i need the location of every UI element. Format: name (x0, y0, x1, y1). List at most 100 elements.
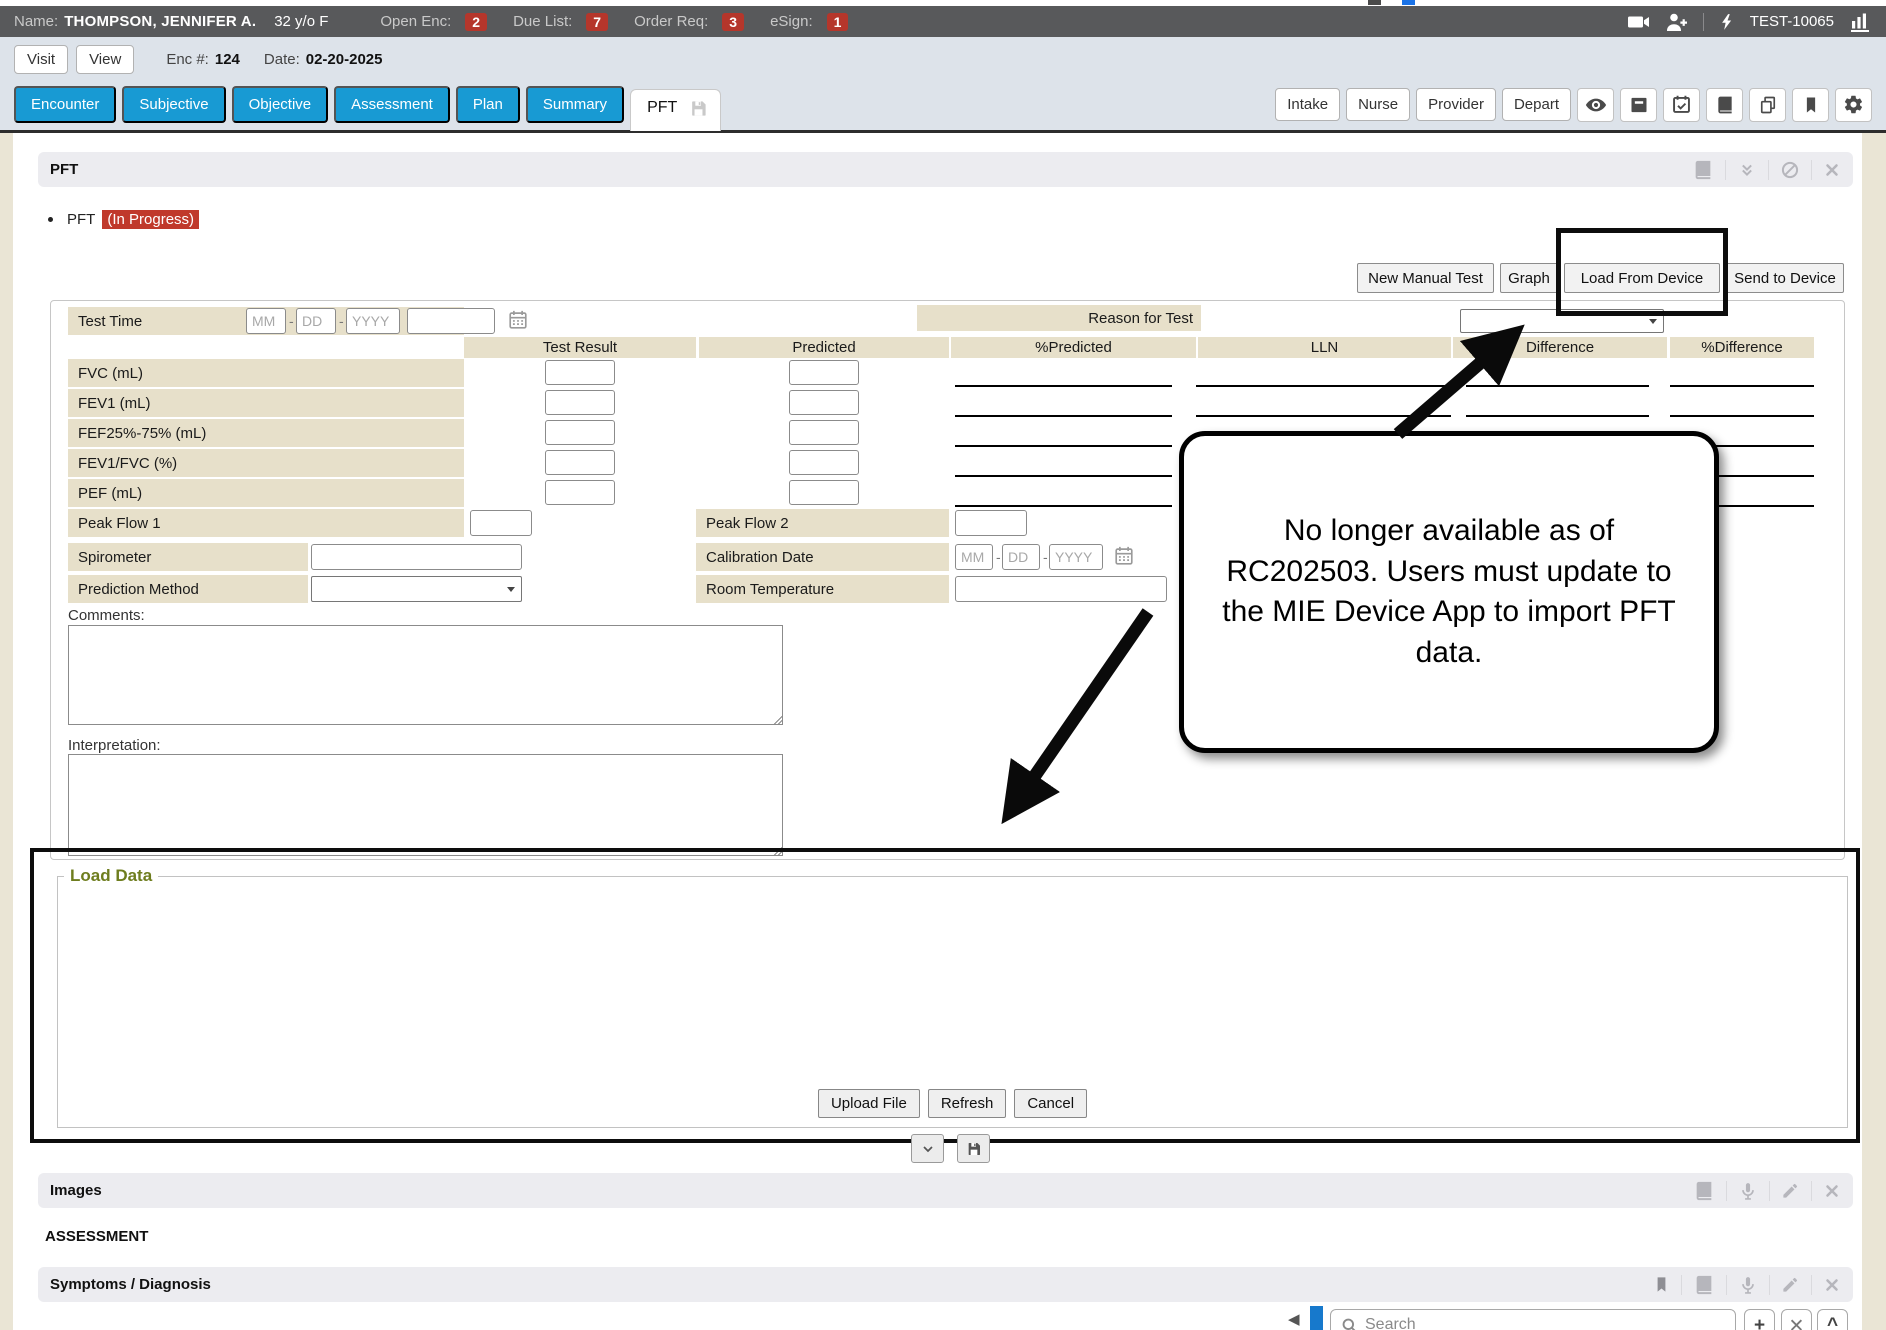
peak-flow-2-input[interactable] (955, 510, 1027, 536)
fev1-fvc-result-input[interactable] (545, 450, 615, 475)
annotation-callout: No longer available as of RC202503. User… (1179, 431, 1719, 753)
value-line (955, 445, 1172, 447)
nurse-button[interactable]: Nurse (1346, 88, 1410, 121)
fev1-predicted-input[interactable] (789, 390, 859, 415)
comments-textarea[interactable] (68, 625, 783, 725)
visit-button[interactable]: Visit (14, 45, 68, 74)
add-button[interactable]: + (1744, 1309, 1775, 1330)
collapse-icon[interactable] (1737, 160, 1757, 180)
images-section-header[interactable]: Images (38, 1173, 1853, 1208)
fev1-fvc-predicted-input[interactable] (789, 450, 859, 475)
calibration-date-label-cell: Calibration Date (696, 543, 949, 571)
save-section-button[interactable] (957, 1134, 990, 1163)
calendar-icon[interactable] (1113, 545, 1135, 567)
calendar-icon[interactable] (507, 309, 529, 331)
row-label-fvc: FVC (mL) (68, 359, 464, 387)
open-enc-counter[interactable]: Open Enc: 2 (380, 13, 487, 31)
bar-chart-icon[interactable] (1848, 10, 1872, 34)
lightning-icon[interactable] (1718, 11, 1736, 33)
dash: - (289, 313, 294, 329)
row-label-fev1-fvc: FEV1/FVC (%) (68, 449, 464, 477)
left-margin-strip (0, 133, 13, 1330)
due-list-badge[interactable]: 7 (586, 13, 608, 31)
book-icon[interactable] (1693, 1274, 1715, 1296)
calendar-check-icon[interactable] (1663, 88, 1700, 122)
archive-box-icon[interactable] (1620, 88, 1657, 122)
fvc-result-input[interactable] (545, 360, 615, 385)
calibration-day-input[interactable] (1002, 544, 1040, 570)
calibration-year-input[interactable] (1049, 544, 1103, 570)
eye-icon[interactable] (1577, 88, 1614, 122)
copy-icon[interactable] (1749, 88, 1786, 122)
calibration-month-input[interactable] (955, 544, 993, 570)
fef-predicted-input[interactable] (789, 420, 859, 445)
book-icon[interactable] (1706, 88, 1743, 122)
close-button[interactable]: ✕ (1781, 1309, 1812, 1330)
book-icon[interactable] (1693, 1180, 1715, 1202)
pft-section-header[interactable]: PFT (38, 152, 1853, 187)
interpretation-textarea[interactable] (68, 754, 783, 856)
tab-encounter[interactable]: Encounter (14, 86, 116, 123)
bookmark-icon[interactable] (1792, 88, 1829, 122)
test-time-month-input[interactable] (246, 308, 286, 334)
pencil-icon[interactable] (1781, 1181, 1800, 1200)
gear-icon[interactable] (1835, 88, 1872, 122)
tab-objective[interactable]: Objective (232, 86, 329, 123)
scroll-indicator[interactable] (1310, 1306, 1323, 1330)
peak-flow-1-input[interactable] (470, 510, 532, 536)
tab-pft-active[interactable]: PFT (630, 89, 721, 131)
disable-icon[interactable] (1780, 160, 1800, 180)
resize-grip[interactable] (773, 715, 783, 725)
esign-counter[interactable]: eSign: 1 (770, 13, 848, 31)
due-list-label: Due List: (513, 13, 572, 30)
due-list-counter[interactable]: Due List: 7 (513, 13, 608, 31)
prediction-method-select[interactable] (311, 576, 522, 602)
fev1-result-input[interactable] (545, 390, 615, 415)
esign-badge[interactable]: 1 (827, 13, 849, 31)
bookmark-icon[interactable] (1653, 1275, 1670, 1294)
test-time-time-input[interactable] (407, 308, 495, 334)
intake-button[interactable]: Intake (1275, 88, 1340, 121)
test-time-year-input[interactable] (346, 308, 400, 334)
tab-subjective[interactable]: Subjective (122, 86, 225, 123)
depart-button[interactable]: Depart (1502, 88, 1571, 121)
order-req-badge[interactable]: 3 (722, 13, 744, 31)
collapse-section-button[interactable] (911, 1134, 944, 1163)
tab-assessment[interactable]: Assessment (334, 86, 450, 123)
pft-item-link[interactable]: PFT (67, 211, 95, 228)
test-time-day-input[interactable] (296, 308, 336, 334)
video-camera-icon[interactable] (1627, 10, 1651, 34)
close-icon[interactable] (1823, 1276, 1841, 1294)
new-manual-test-button[interactable]: New Manual Test (1357, 263, 1494, 293)
search-input[interactable] (1365, 1316, 1725, 1330)
scroll-up-button[interactable]: ^ (1817, 1309, 1848, 1330)
pef-result-input[interactable] (545, 480, 615, 505)
microphone-icon[interactable] (1738, 1275, 1758, 1295)
scroll-left-icon[interactable]: ◀ (1288, 1310, 1300, 1328)
close-icon[interactable] (1823, 1182, 1841, 1200)
graph-button[interactable]: Graph (1500, 263, 1558, 293)
open-enc-badge[interactable]: 2 (465, 13, 487, 31)
spirometer-input[interactable] (311, 544, 522, 570)
symptoms-diagnosis-section-header[interactable]: Symptoms / Diagnosis (38, 1267, 1853, 1302)
pef-predicted-input[interactable] (789, 480, 859, 505)
pencil-icon[interactable] (1781, 1275, 1800, 1294)
microphone-icon[interactable] (1738, 1181, 1758, 1201)
system-id: TEST-10065 (1750, 13, 1834, 30)
order-req-counter[interactable]: Order Req: 3 (634, 13, 744, 31)
room-temperature-input[interactable] (955, 576, 1167, 602)
annotation-callout-text: No longer available as of RC202503. User… (1212, 511, 1686, 673)
search-box[interactable] (1330, 1309, 1736, 1330)
provider-button[interactable]: Provider (1416, 88, 1496, 121)
send-to-device-button[interactable]: Send to Device (1726, 263, 1844, 293)
chart-nav-bar: Encounter Subjective Objective Assessmen… (0, 81, 1886, 133)
tab-summary[interactable]: Summary (526, 86, 624, 123)
person-add-icon[interactable] (1665, 10, 1689, 34)
tab-plan[interactable]: Plan (456, 86, 520, 123)
fvc-predicted-input[interactable] (789, 360, 859, 385)
book-icon[interactable] (1692, 159, 1714, 181)
close-icon[interactable] (1823, 161, 1841, 179)
patient-name[interactable]: THOMPSON, JENNIFER A. (64, 13, 256, 30)
view-button[interactable]: View (76, 45, 134, 74)
fef-result-input[interactable] (545, 420, 615, 445)
